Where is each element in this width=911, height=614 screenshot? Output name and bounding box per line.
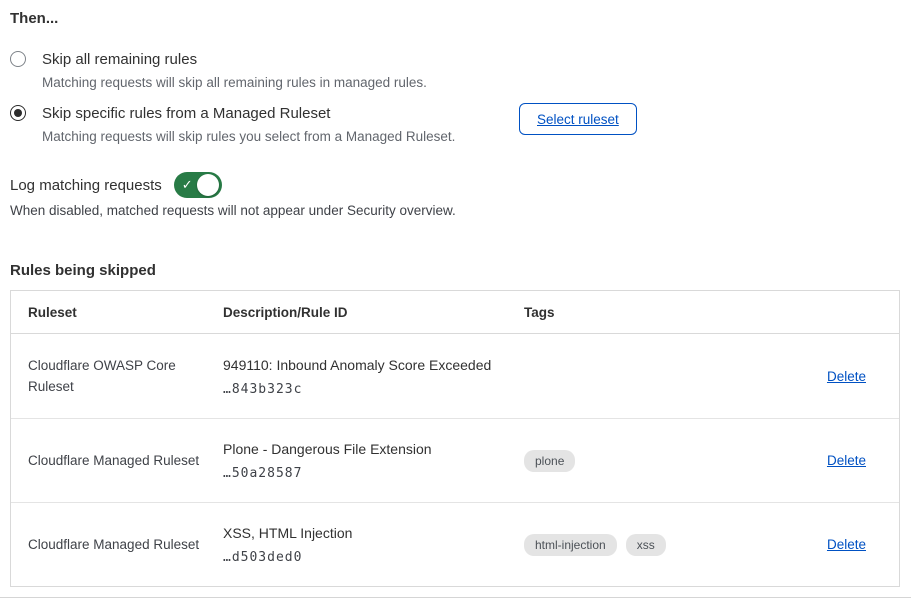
radio-skip-all-remaining[interactable]	[10, 51, 26, 67]
log-matching-requests-label: Log matching requests	[10, 177, 162, 194]
column-header-description: Description/Rule ID	[223, 305, 524, 320]
ruleset-name: Cloudflare Managed Ruleset	[11, 450, 223, 471]
column-header-tags: Tags	[524, 305, 826, 320]
toggle-knob	[197, 174, 219, 196]
rule-description: 949110: Inbound Anomaly Score Exceeded	[223, 356, 514, 374]
radio-dot	[14, 109, 22, 117]
delete-link[interactable]: Delete	[827, 537, 866, 552]
then-heading: Then...	[10, 10, 58, 27]
rule-id: …843b323c	[223, 382, 514, 397]
select-ruleset-button[interactable]: Select ruleset	[519, 103, 637, 135]
option-label[interactable]: Skip all remaining rules	[42, 50, 427, 69]
rule-description: XSS, HTML Injection	[223, 524, 514, 542]
ruleset-name: Cloudflare Managed Ruleset	[11, 534, 223, 555]
table-header-row: Ruleset Description/Rule ID Tags	[11, 291, 899, 334]
check-icon: ✓	[182, 178, 193, 191]
ruleset-name: Cloudflare OWASP Core Ruleset	[11, 355, 223, 397]
column-header-ruleset: Ruleset	[11, 305, 223, 320]
tag-pill: xss	[626, 534, 666, 556]
delete-link[interactable]: Delete	[827, 453, 866, 468]
rule-description: Plone - Dangerous File Extension	[223, 440, 514, 458]
table-row: Cloudflare Managed Ruleset Plone - Dange…	[11, 418, 899, 502]
rules-table: Ruleset Description/Rule ID Tags Cloudfl…	[10, 290, 900, 587]
tag-pill: plone	[524, 450, 575, 472]
rule-tags: html-injection xss	[524, 534, 826, 556]
tag-pill: html-injection	[524, 534, 617, 556]
option-skip-all-remaining[interactable]: Skip all remaining rules Matching reques…	[10, 50, 427, 91]
log-toggle-description: When disabled, matched requests will not…	[10, 203, 456, 218]
option-skip-specific-rules[interactable]: Skip specific rules from a Managed Rules…	[10, 104, 455, 145]
log-toggle[interactable]: ✓	[174, 172, 222, 198]
table-body: Cloudflare OWASP Core Ruleset 949110: In…	[11, 334, 899, 586]
waf-skip-rule-config: Then... Skip all remaining rules Matchin…	[0, 0, 911, 614]
delete-link[interactable]: Delete	[827, 369, 866, 384]
option-description: Matching requests will skip rules you se…	[42, 128, 455, 145]
radio-skip-specific-rules[interactable]	[10, 105, 26, 121]
table-row: Cloudflare OWASP Core Ruleset 949110: In…	[11, 334, 899, 418]
rule-id: …d503ded0	[223, 550, 514, 565]
section-divider	[0, 597, 911, 598]
radio-dot	[14, 55, 22, 63]
option-description: Matching requests will skip all remainin…	[42, 74, 427, 91]
table-row: Cloudflare Managed Ruleset XSS, HTML Inj…	[11, 502, 899, 586]
rules-being-skipped-heading: Rules being skipped	[10, 262, 156, 279]
option-label[interactable]: Skip specific rules from a Managed Rules…	[42, 104, 455, 123]
rule-tags: plone	[524, 450, 826, 472]
rule-id: …50a28587	[223, 466, 514, 481]
